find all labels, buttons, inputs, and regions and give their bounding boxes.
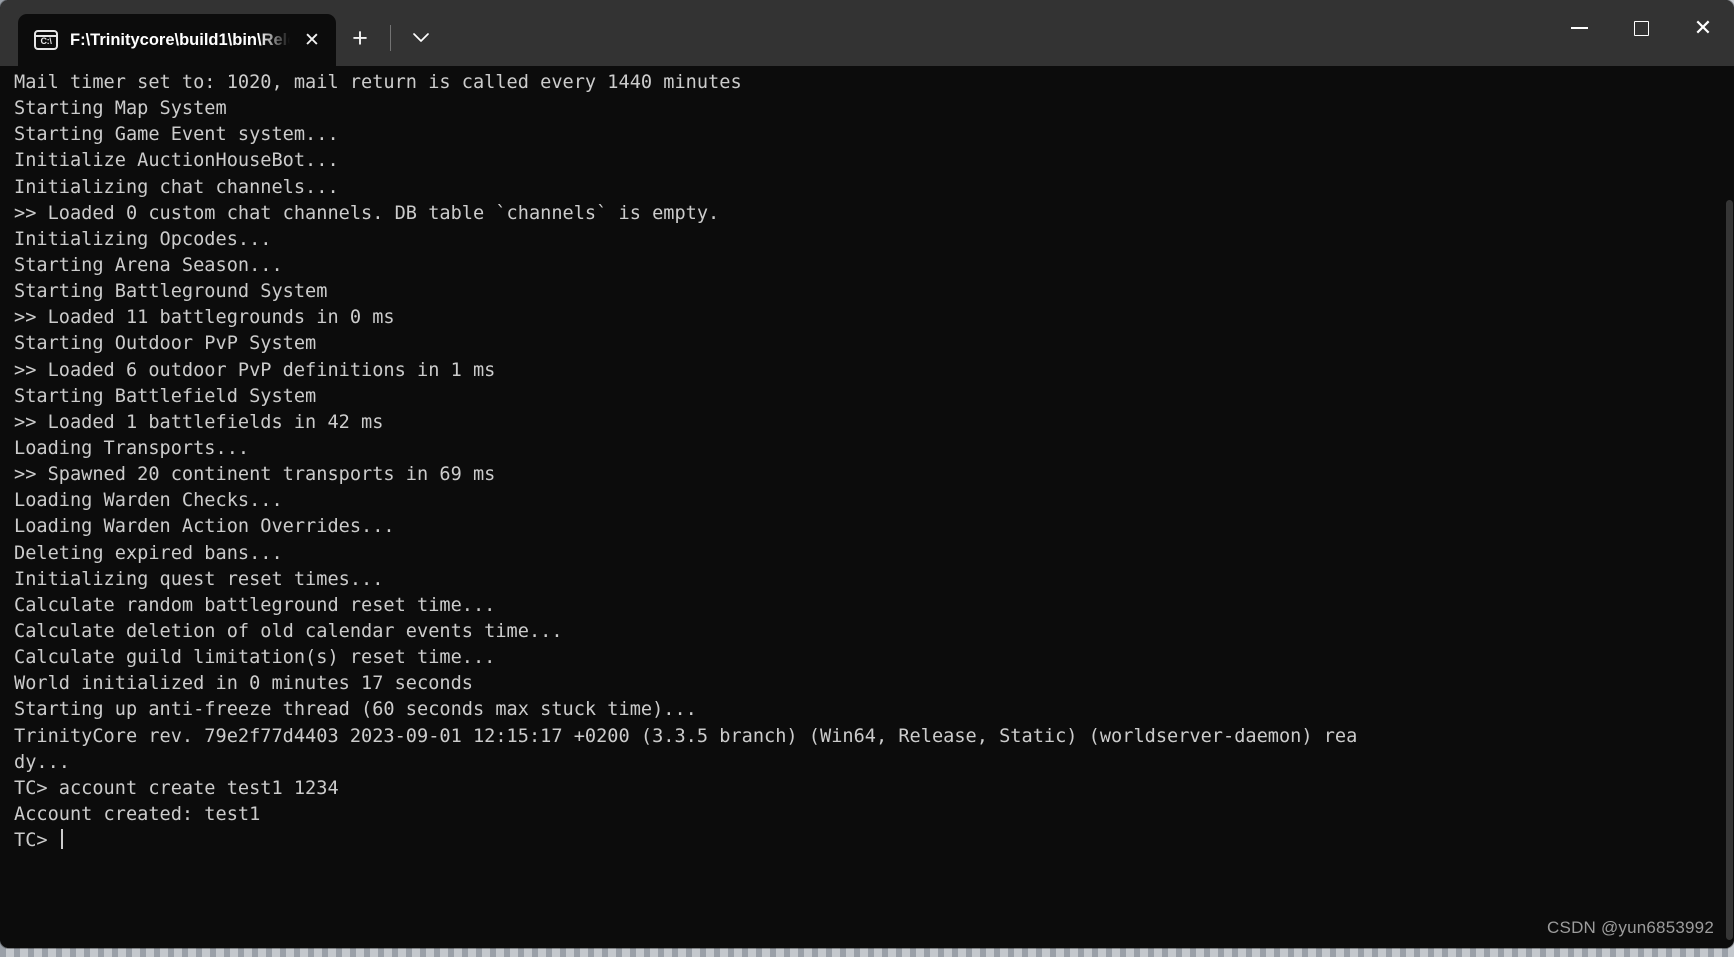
terminal-line: Calculate guild limitation(s) reset time… — [14, 647, 496, 669]
plus-icon: + — [352, 22, 368, 53]
terminal-prompt-line[interactable]: TC> — [14, 828, 1722, 854]
terminal-line: Starting Arena Season... — [14, 254, 283, 276]
terminal-line: Initializing quest reset times... — [14, 568, 384, 590]
terminal-line: TC> account create test1 1234 — [14, 777, 339, 799]
watermark: CSDN @yun6853992 — [1547, 918, 1714, 937]
terminal-line: >> Loaded 0 custom chat channels. DB tab… — [14, 202, 720, 224]
terminal-line: Starting up anti-freeze thread (60 secon… — [14, 699, 697, 721]
terminal-line: Loading Warden Checks... — [14, 490, 283, 512]
cmd-icon-label: C:\ — [40, 36, 52, 46]
terminal-line: Calculate random battleground reset time… — [14, 594, 496, 616]
terminal-line: Loading Warden Action Overrides... — [14, 516, 395, 538]
terminal-line: Starting Game Event system... — [14, 124, 339, 146]
terminal-line: >> Loaded 6 outdoor PvP definitions in 1… — [14, 359, 496, 381]
terminal-line: Initialize AuctionHouseBot... — [14, 150, 339, 172]
toolbar-divider — [390, 25, 391, 51]
tab-active-worldserver[interactable]: C:\ F:\Trinitycore\build1\bin\Rele ✕ — [18, 14, 336, 66]
tab-strip: C:\ F:\Trinitycore\build1\bin\Rele ✕ — [0, 0, 336, 66]
terminal-scrollbar[interactable] — [1725, 66, 1734, 948]
terminal-line: Starting Battlefield System — [14, 385, 317, 407]
terminal-output-pane[interactable]: Mail timer set to: 1020, mail return is … — [0, 66, 1734, 948]
tab-title: F:\Trinitycore\build1\bin\Rele — [70, 31, 290, 49]
terminal-line: dy... — [14, 751, 70, 773]
terminal-line: Initializing chat channels... — [14, 176, 339, 198]
title-bar-drag-area[interactable] — [445, 0, 1548, 66]
text-cursor — [60, 829, 63, 850]
terminal-line: Calculate deletion of old calendar event… — [14, 620, 563, 642]
window-controls: ✕ — [1548, 0, 1734, 66]
scrollbar-thumb[interactable] — [1726, 200, 1733, 940]
terminal-line: Account created: test1 — [14, 803, 261, 825]
title-bar[interactable]: C:\ F:\Trinitycore\build1\bin\Rele ✕ + ✕ — [0, 0, 1734, 66]
minimize-icon — [1570, 27, 1588, 29]
terminal-line: Starting Battleground System — [14, 281, 328, 303]
terminal-line: >> Loaded 1 battlefields in 42 ms — [14, 411, 384, 433]
terminal-line: World initialized in 0 minutes 17 second… — [14, 673, 473, 695]
terminal-line: Starting Map System — [14, 98, 227, 120]
close-tab-icon[interactable]: ✕ — [290, 18, 334, 62]
terminal-line: >> Spawned 20 continent transports in 69… — [14, 464, 496, 486]
close-window-button[interactable]: ✕ — [1672, 0, 1734, 56]
tab-actions: + — [336, 12, 445, 66]
terminal-window: C:\ F:\Trinitycore\build1\bin\Rele ✕ + ✕… — [0, 0, 1734, 948]
terminal-line: Starting Outdoor PvP System — [14, 333, 317, 355]
terminal-line: Loading Transports... — [14, 437, 250, 459]
terminal-line: >> Loaded 11 battlegrounds in 0 ms — [14, 307, 395, 329]
terminal-text: Mail timer set to: 1020, mail return is … — [14, 70, 1722, 854]
chevron-down-icon — [413, 33, 429, 42]
tab-dropdown-button[interactable] — [397, 16, 445, 60]
terminal-line: TrinityCore rev. 79e2f77d4403 2023-09-01… — [14, 725, 1358, 747]
maximize-button[interactable] — [1610, 0, 1672, 56]
close-tab-glyph: ✕ — [304, 29, 320, 51]
terminal-line: Mail timer set to: 1020, mail return is … — [14, 72, 742, 93]
cmd-prompt-icon: C:\ — [34, 30, 58, 50]
maximize-icon — [1633, 20, 1649, 36]
minimize-button[interactable] — [1548, 0, 1610, 56]
new-tab-button[interactable]: + — [336, 16, 384, 60]
terminal-line: Deleting expired bans... — [14, 542, 283, 564]
close-window-icon: ✕ — [1693, 15, 1713, 40]
terminal-line: Initializing Opcodes... — [14, 228, 272, 250]
